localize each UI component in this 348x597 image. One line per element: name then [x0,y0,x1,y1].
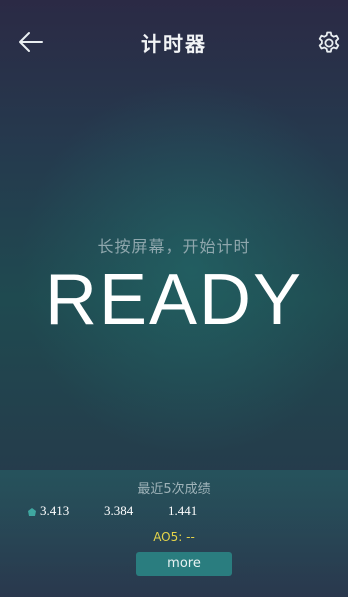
settings-button[interactable] [316,30,342,56]
ao5-average: AO5: -- [153,530,195,544]
timer-display[interactable]: READY [0,258,348,342]
recent-results-title: 最近5次成绩 [137,482,211,497]
result-item[interactable]: 1.441 [168,503,197,519]
result-time: 3.413 [40,503,70,518]
gear-icon [318,31,340,53]
result-time: 1.441 [168,503,198,518]
result-item[interactable]: 3.413 [28,503,69,519]
start-hint: 长按屏幕，开始计时 [97,237,251,256]
page-title: 计时器 [141,32,207,56]
best-marker-icon [28,508,36,516]
recent-results-panel: 最近5次成绩 3.413 3.384 1.441 AO5: -- more [0,470,348,597]
result-item[interactable]: 3.384 [104,503,133,519]
header: 计时器 [0,0,348,84]
more-button[interactable]: more [136,552,232,576]
timer-screen[interactable]: 计时器 长按屏幕，开始计时 READY 最近5次成绩 3.413 3.384 1… [0,0,348,597]
result-time: 3.384 [104,503,134,518]
